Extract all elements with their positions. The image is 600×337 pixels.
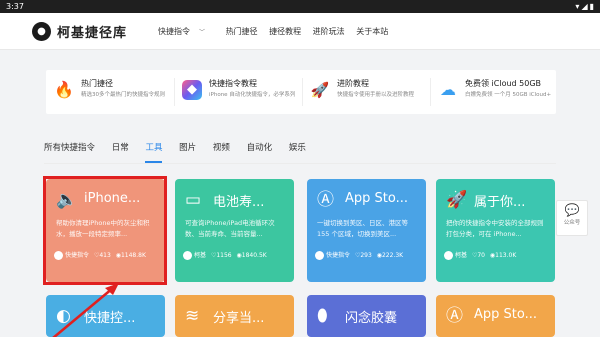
card-views: 1840.5K [241,252,267,259]
promo-row: 🔥 热门捷径 精选30多个最热门的快捷指令规则 ◆ 快捷指令教程 iPhone … [46,70,556,114]
card-author: 快捷指令 [326,252,351,259]
tab-automation[interactable]: 自动化 [247,143,273,153]
promo-title: 进阶教程 [337,79,369,88]
annotation-arrow [52,283,119,337]
promo-desc: 白嫖免费领 一个月 50GB iCloud+ [465,92,552,98]
nav-item-about[interactable]: 关于本站 [356,27,388,36]
avatar [315,251,324,260]
shortcut-card[interactable]: Ⓐ App Sto... 一键切换到美区、日区、港区等 155 个区域，切换到美… [307,179,426,282]
card-meta: 快捷指令 ♡293 ◉222.3K [315,251,403,261]
card-views: 113.0K [495,252,517,259]
chevron-down-icon: ﹀ [199,29,206,36]
highlight-box [43,176,167,285]
nav-item-hot[interactable]: 热门捷径 [226,27,258,36]
card-author: 柯基 [455,252,468,259]
promo-title: 快捷指令教程 [209,79,257,88]
promo-desc: 快捷指令使用手册以及进阶教程 [337,92,415,98]
promo-icloud[interactable]: ☁ 免费领 iCloud 50GB 白嫖免费领 一个月 50GB iCloud+ [430,70,558,114]
card-author: 柯基 [194,252,207,259]
promo-title: 免费领 iCloud 50GB [465,79,542,88]
battery-icon: ▭ [185,190,202,210]
card-title: 属于你... [474,195,526,210]
tab-entertainment[interactable]: 娱乐 [289,143,306,153]
status-bar: 3:37 ▾◢▮ [0,0,600,13]
flame-icon: 🔥 [54,80,74,100]
card-title: App Sto... [474,307,538,322]
status-time: 3:37 [6,2,24,11]
tab-all[interactable]: 所有快捷指令 [44,143,95,153]
avatar [444,251,453,260]
site-header: ● 柯基捷径库 快捷指令 ﹀ 热门捷径 捷径教程 进阶玩法 关于本站 [0,13,600,50]
tab-tools[interactable]: 工具 [145,143,162,153]
shortcut-card[interactable]: ⬮ 闪念胶囊 [307,295,426,337]
rocket-icon: 🚀 [310,80,330,100]
nav-item-shortcuts[interactable]: 快捷指令 ﹀ [158,27,214,36]
promo-title: 热门捷径 [81,79,113,88]
wifi-icon: ≋ [185,306,200,326]
logo-icon[interactable]: ● [32,22,51,41]
shortcut-card[interactable]: ▭ 电池寿... 可查询iPhone/iPad电池循环次数、当前寿命、当前容量.… [175,179,294,282]
shortcut-card[interactable]: Ⓐ App Sto... [436,295,555,337]
wechat-widget[interactable]: 💬 公众号 [556,200,588,236]
rocket-icon: 🚀 [446,190,468,210]
card-desc: 一键切换到美区、日区、港区等 155 个区域，切换到美区... [317,219,408,238]
promo-advanced[interactable]: 🚀 进阶教程 快捷指令使用手册以及进阶教程 [302,70,430,114]
wechat-label: 公众号 [563,220,581,226]
nav-item-tutorials[interactable]: 捷径教程 [269,27,301,36]
card-title: App Sto... [345,191,409,206]
promo-desc: 精选30多个最热门的快捷指令规则 [81,92,165,98]
capsule-icon: ⬮ [317,306,328,326]
tab-video[interactable]: 视频 [213,143,230,153]
promo-tutorial[interactable]: ◆ 快捷指令教程 iPhone 自动化快捷指令，必学系列 [174,70,302,114]
appstore-icon: Ⓐ [446,306,463,326]
card-desc: 把你的快捷指令中安装的全部规则打包分类，可在 iPhone... [446,219,544,238]
card-meta: 柯基 ♡1156 ◉1840.5K [183,251,267,261]
promo-desc: iPhone 自动化快捷指令，必学系列 [209,92,296,98]
card-meta: 柯基 ♡70 ◉113.0K [444,251,516,261]
status-icons: ▾◢▮ [575,2,596,11]
card-desc: 可查询iPhone/iPad电池循环次数、当前寿命、当前容量... [185,219,275,238]
card-likes: 1156 [216,252,232,259]
card-title: 电池寿... [213,195,265,210]
card-likes: 70 [477,252,485,259]
cloud-icon: ☁ [438,80,458,100]
main-nav: 快捷指令 ﹀ 热门捷径 捷径教程 进阶玩法 关于本站 [158,26,397,37]
shortcuts-app-icon: ◆ [182,80,202,100]
tab-divider [44,163,556,164]
site-brand[interactable]: 柯基捷径库 [57,22,127,41]
tab-images[interactable]: 图片 [179,143,196,153]
card-views: 222.3K [381,252,404,259]
card-title: 分享当... [213,311,265,326]
category-tabs: 所有快捷指令 日常 工具 图片 视频 自动化 娱乐 [44,141,320,153]
appstore-icon: Ⓐ [317,190,334,210]
shortcut-card[interactable]: ≋ 分享当... [175,295,294,337]
avatar [183,251,192,260]
chat-bubble-icon: 💬 [564,203,580,217]
card-likes: 293 [360,252,372,259]
nav-item-advanced[interactable]: 进阶玩法 [313,27,345,36]
promo-hot[interactable]: 🔥 热门捷径 精选30多个最热门的快捷指令规则 [46,70,174,114]
tab-daily[interactable]: 日常 [112,143,129,153]
card-title: 闪念胶囊 [345,311,398,326]
shortcut-card[interactable]: 🚀 属于你... 把你的快捷指令中安装的全部规则打包分类，可在 iPhone..… [436,179,555,282]
